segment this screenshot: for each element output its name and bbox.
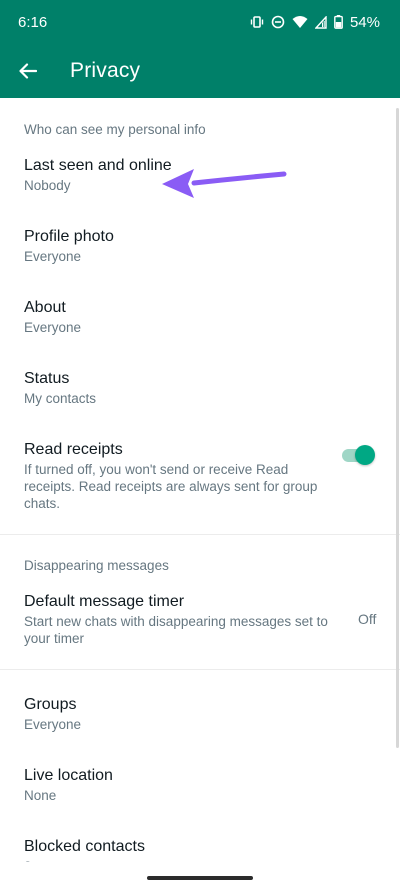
arrow-back-icon [19,63,37,79]
setting-value: Everyone [24,717,82,732]
setting-description-line: Start new chats with disappearing messag… [24,614,328,629]
read-receipts-toggle[interactable] [342,444,375,466]
setting-description-line: your timer [24,631,85,646]
back-button[interactable] [0,44,56,98]
cell-signal-icon [314,15,327,29]
setting-live-location[interactable]: Live location None [0,760,400,818]
setting-value: None [24,788,57,803]
battery-icon [334,15,343,29]
setting-about[interactable]: About Everyone [0,292,400,350]
section-header-personal-info: Who can see my personal info [24,122,206,137]
setting-value: My contacts [24,391,97,406]
setting-value: Everyone [24,249,82,264]
app-bar: Privacy [0,44,400,98]
timer-value: Off [358,611,377,627]
page-title: Privacy [70,59,141,82]
setting-read-receipts[interactable]: Read receipts If turned off, you won't s… [0,434,400,520]
scrollbar[interactable] [396,108,399,748]
status-time: 6:16 [18,13,48,31]
annotation-arrow-icon [162,169,287,198]
toggle-thumb [355,445,375,465]
setting-title: Status [24,370,70,387]
setting-description-line: If turned off, you won't send or receive… [24,462,289,477]
setting-title: Last seen and online [24,157,172,174]
setting-title: About [24,299,66,316]
wifi-icon [292,16,308,28]
setting-title: Groups [24,696,77,713]
vibrate-icon [250,16,264,28]
setting-description-line: chats. [24,496,61,511]
setting-description-line: receipts. Read receipts are always sent … [24,479,318,494]
setting-title: Default message timer [24,593,185,610]
setting-title: Read receipts [24,441,123,458]
do-not-disturb-icon [271,15,285,29]
setting-title: Live location [24,767,113,784]
section-divider [0,534,400,535]
battery-percent: 54% [349,13,380,31]
setting-profile-photo[interactable]: Profile photo Everyone [0,221,400,279]
setting-title: Blocked contacts [24,838,145,855]
setting-default-message-timer[interactable]: Default message timer Start new chats wi… [0,586,400,656]
setting-title: Profile photo [24,228,114,245]
home-gesture-handle[interactable] [147,876,253,880]
setting-status[interactable]: Status My contacts [0,363,400,421]
status-bar: 6:16 54% [0,0,400,44]
status-icons: 54% [250,14,380,31]
setting-value: Everyone [24,320,82,335]
setting-groups[interactable]: Groups Everyone [0,689,400,747]
setting-value: Nobody [24,178,71,193]
section-divider [0,669,400,670]
section-header-disappearing: Disappearing messages [24,558,169,573]
